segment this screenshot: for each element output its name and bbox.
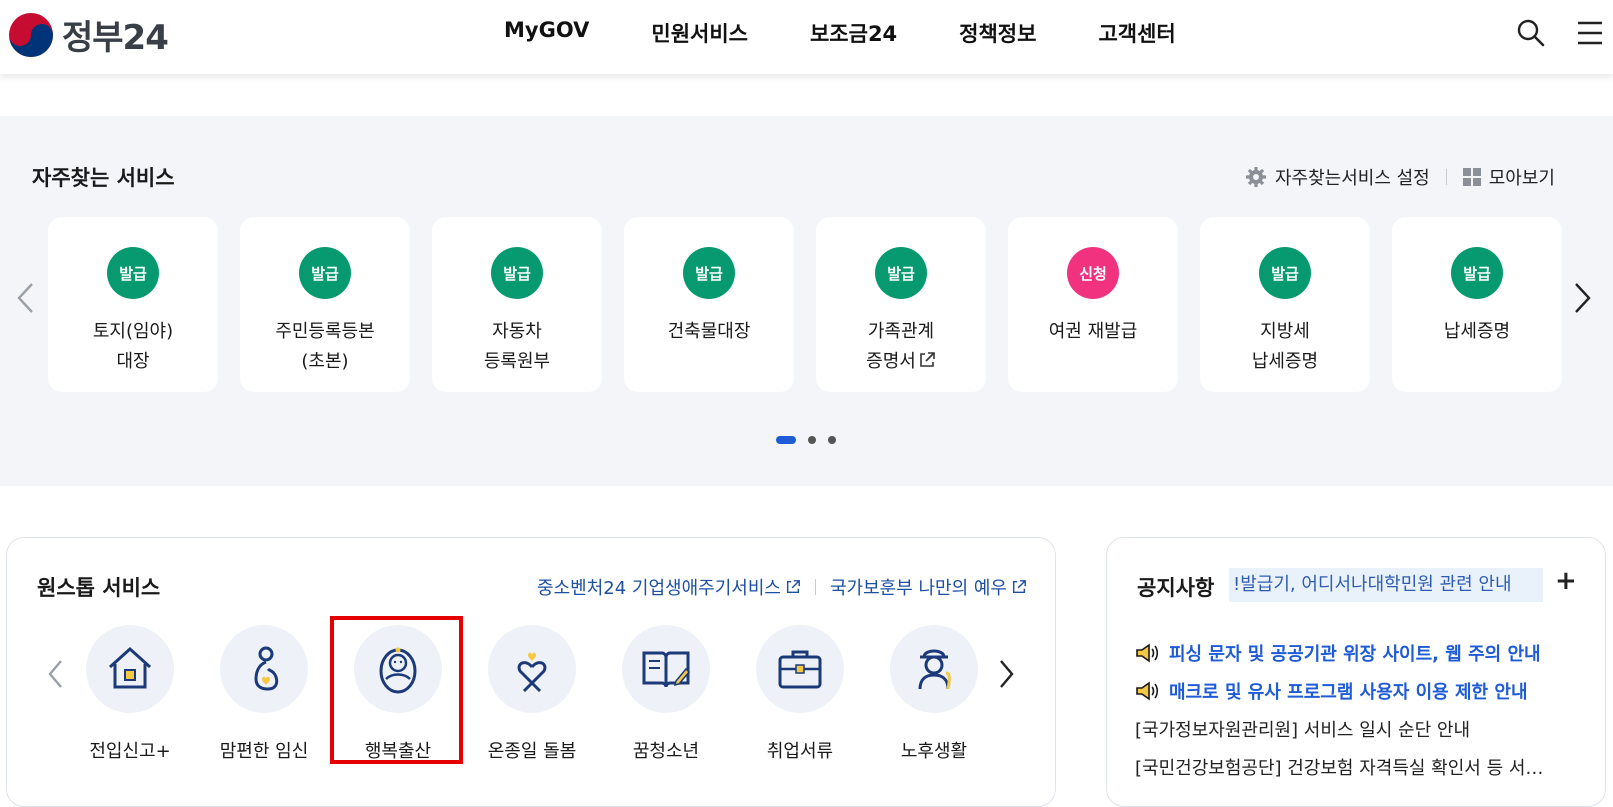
frequent-settings-link[interactable]: 자주찾는서비스 설정 xyxy=(1245,164,1430,190)
page-dot-1[interactable] xyxy=(776,436,796,444)
swaddled-baby-icon xyxy=(379,647,417,694)
card-label: 자동차 등록원부 xyxy=(483,321,551,372)
onestop-label: 꿈청소년 xyxy=(632,741,700,762)
notice-ticker[interactable]: !발급기, 어디서나대학민원 관련 안내 xyxy=(1229,568,1543,602)
elderly-man-icon xyxy=(918,649,951,690)
card-label: 납세증명 xyxy=(1443,321,1511,342)
notice-item[interactable]: 피싱 문자 및 공공기관 위장 사이트, 웹 주의 안내 xyxy=(1135,634,1543,672)
frequent-services-links: 자주찾는서비스 설정 모아보기 xyxy=(1245,164,1555,190)
taegeuk-emblem-icon xyxy=(9,12,53,57)
issue-badge: 발급 xyxy=(1451,247,1503,299)
card-label: 토지(임야) 대장 xyxy=(92,321,174,372)
frequent-services-cards: 발급 토지(임야) 대장 발급 주민등록등본 (초본) 발급 자동차 등록원부 발급 … xyxy=(48,217,1584,392)
onestop-label: 취업서류 xyxy=(766,741,834,762)
book-pencil-icon xyxy=(642,651,691,688)
service-card-local-tax-certificate[interactable]: 발급 지방세 납세증명 xyxy=(1200,217,1370,392)
onestop-items: 전입신고+ 맘편한 임신 행복출산 온종일 돌봄 꿈청소년 취업서류 노후생활 xyxy=(70,625,1008,775)
briefcase-icon xyxy=(778,650,822,689)
onestop-move-in[interactable]: 전입신고+ xyxy=(70,625,204,775)
divider xyxy=(814,579,816,595)
onestop-employment-documents[interactable]: 취업서류 xyxy=(740,625,874,775)
onestop-services-section: 원스톱 서비스 중소벤처24 기업생애주기서비스 국가보훈부 나만의 예우 전입 xyxy=(6,537,1056,807)
nav-customer-center[interactable]: 고객센터 xyxy=(1098,18,1175,48)
frequent-services-title: 자주찾는 서비스 xyxy=(32,166,175,190)
onestop-youth[interactable]: 꿈청소년 xyxy=(606,625,740,775)
page-dot-2[interactable] xyxy=(808,436,816,444)
megaphone-icon xyxy=(1136,643,1159,663)
notice-section: 공지사항 !발급기, 어디서나대학민원 관련 안내 + 피싱 문자 및 공공기관… xyxy=(1106,537,1606,807)
card-label: 여권 재발급 xyxy=(1048,321,1138,342)
onestop-childbirth[interactable]: 행복출산 xyxy=(338,625,472,775)
logo[interactable]: 정부24 xyxy=(8,10,169,59)
card-label: 가족관계 증명서 xyxy=(866,321,935,372)
external-link-icon xyxy=(786,580,800,594)
carousel-pagination xyxy=(776,436,848,444)
house-icon xyxy=(108,646,152,689)
page-dot-3[interactable] xyxy=(828,436,836,444)
service-card-resident-registration[interactable]: 발급 주민등록등본 (초본) xyxy=(240,217,410,392)
onestop-title: 원스톱 서비스 xyxy=(37,576,161,600)
header: 정부24 MyGOV 민원서비스 보조금24 정책정보 고객센터 xyxy=(0,0,1613,74)
issue-badge: 발급 xyxy=(107,247,159,299)
service-card-passport-reissue[interactable]: 신청 여권 재발급 xyxy=(1008,217,1178,392)
pregnant-woman-icon xyxy=(254,646,279,691)
divider xyxy=(1445,169,1447,185)
frequent-settings-label: 자주찾는서비스 설정 xyxy=(1274,168,1430,189)
notice-list: 피싱 문자 및 공공기관 위장 사이트, 웹 주의 안내 매크로 및 유사 프로… xyxy=(1135,634,1543,786)
onestop-all-day-care[interactable]: 온종일 돌봄 xyxy=(472,625,606,775)
notice-title: 공지사항 xyxy=(1137,576,1215,600)
external-link-icon xyxy=(1012,580,1026,594)
apply-badge: 신청 xyxy=(1067,247,1119,299)
onestop-links: 중소벤처24 기업생애주기서비스 국가보훈부 나만의 예우 xyxy=(537,574,1027,600)
onestop-retirement[interactable]: 노후생활 xyxy=(874,625,1008,775)
notice-more-button[interactable]: + xyxy=(1555,566,1577,596)
issue-badge: 발급 xyxy=(1259,247,1311,299)
ribbon-heart-icon xyxy=(517,652,547,693)
external-link-icon xyxy=(920,352,935,367)
veterans-honor-link[interactable]: 국가보훈부 나만의 예우 xyxy=(830,574,1027,600)
service-card-tax-certificate[interactable]: 발급 납세증명 xyxy=(1392,217,1562,392)
smb24-lifecycle-link[interactable]: 중소벤처24 기업생애주기서비스 xyxy=(537,574,801,600)
service-card-vehicle-register[interactable]: 발급 자동차 등록원부 xyxy=(432,217,602,392)
onestop-pregnancy[interactable]: 맘편한 임신 xyxy=(204,625,338,775)
issue-badge: 발급 xyxy=(683,247,735,299)
card-label: 지방세 납세증명 xyxy=(1251,321,1319,372)
card-label: 건축물대장 xyxy=(667,321,751,342)
card-label: 주민등록등본 (초본) xyxy=(275,321,375,372)
service-card-family-relation[interactable]: 발급 가족관계 증명서 xyxy=(816,217,986,392)
onestop-label: 전입신고+ xyxy=(89,741,171,762)
notice-item[interactable]: [국민건강보험공단] 건강보험 자격득실 확인서 등 서… xyxy=(1135,748,1543,786)
grid-icon xyxy=(1462,168,1481,186)
view-all-link[interactable]: 모아보기 xyxy=(1462,164,1555,190)
notice-item[interactable]: 매크로 및 유사 프로그램 사용자 이용 제한 안내 xyxy=(1135,672,1543,710)
issue-badge: 발급 xyxy=(491,247,543,299)
logo-text: 정부24 xyxy=(62,18,169,58)
frequent-services-section: 자주찾는 서비스 자주찾는서비스 설정 모아보기 발급 토지(임야) 대장 발급… xyxy=(0,116,1613,486)
nav-policy-info[interactable]: 정책정보 xyxy=(959,18,1036,48)
menu-icon[interactable] xyxy=(1575,18,1605,48)
megaphone-icon xyxy=(1136,681,1159,701)
onestop-label: 온종일 돌봄 xyxy=(487,741,577,762)
carousel-prev-icon[interactable] xyxy=(14,278,38,318)
onestop-label: 행복출산 xyxy=(364,741,432,762)
onestop-label: 노후생활 xyxy=(900,741,968,762)
nav-mygov[interactable]: MyGOV xyxy=(504,18,589,48)
nav-civil-service[interactable]: 민원서비스 xyxy=(651,18,748,48)
service-card-land-register[interactable]: 발급 토지(임야) 대장 xyxy=(48,217,218,392)
service-card-building-register[interactable]: 발급 건축물대장 xyxy=(624,217,794,392)
view-all-label: 모아보기 xyxy=(1488,168,1555,189)
search-icon[interactable] xyxy=(1516,18,1546,48)
gear-icon xyxy=(1245,167,1266,187)
nav-subsidy24[interactable]: 보조금24 xyxy=(810,18,897,48)
issue-badge: 발급 xyxy=(299,247,351,299)
onestop-label: 맘편한 임신 xyxy=(219,741,309,762)
notice-item[interactable]: [국가정보자원관리원] 서비스 일시 순단 안내 xyxy=(1135,710,1543,748)
issue-badge: 발급 xyxy=(875,247,927,299)
onestop-prev-icon[interactable] xyxy=(45,656,67,692)
main-nav: MyGOV 민원서비스 보조금24 정책정보 고객센터 xyxy=(504,18,1238,48)
